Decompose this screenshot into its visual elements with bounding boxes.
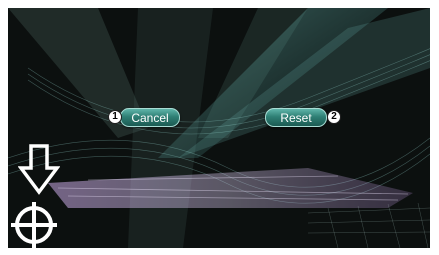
cancel-button[interactable]: Cancel — [120, 108, 180, 127]
callout-number-2: 2 — [331, 111, 337, 122]
crosshair-icon[interactable] — [10, 201, 58, 248]
callout-number-1: 1 — [112, 111, 118, 122]
cancel-button-label: Cancel — [131, 111, 169, 125]
touch-calibration-screen: Cancel Reset 1 2 — [8, 8, 430, 248]
callout-marker-2: 2 — [327, 110, 341, 124]
reset-button-label: Reset — [280, 111, 312, 125]
wave-wallpaper — [8, 8, 430, 248]
reset-button[interactable]: Reset — [265, 108, 327, 127]
down-arrow-icon — [18, 144, 60, 195]
callout-marker-1: 1 — [108, 110, 122, 124]
